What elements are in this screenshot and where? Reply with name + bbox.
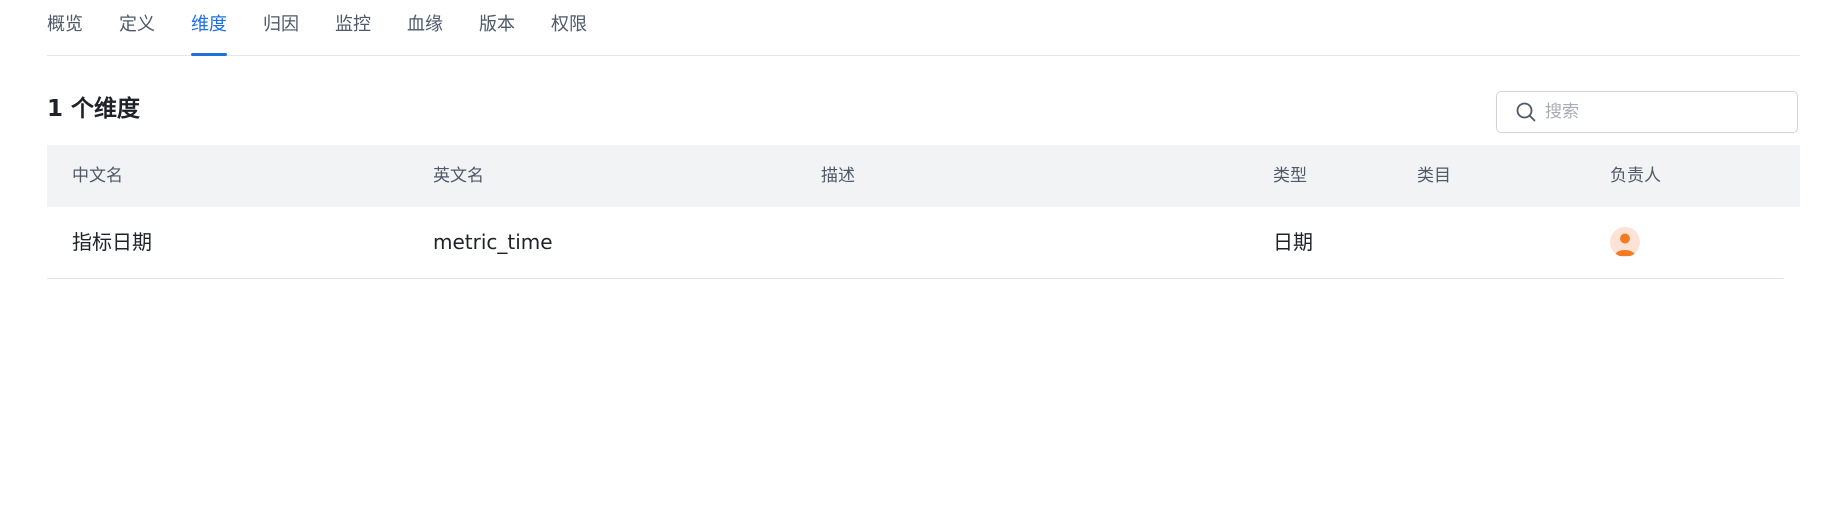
tab-attribution[interactable]: 归因 [263, 0, 299, 55]
tab-permissions[interactable]: 权限 [551, 0, 587, 55]
tab-monitoring[interactable]: 监控 [335, 0, 371, 55]
column-header-category: 类目 [1417, 166, 1451, 186]
tab-dimensions[interactable]: 维度 [191, 0, 227, 56]
section-title: 1 个维度 [47, 96, 141, 122]
column-header-owner: 负责人 [1610, 166, 1661, 186]
tab-lineage[interactable]: 血缘 [407, 0, 443, 55]
search-icon [1515, 101, 1537, 123]
table-row[interactable]: 指标日期 metric_time 日期 [47, 207, 1784, 279]
search-box[interactable] [1496, 91, 1798, 133]
tab-bar: 概览 定义 维度 归因 监控 血缘 版本 权限 [47, 0, 1800, 56]
cell-type: 日期 [1273, 230, 1313, 254]
cell-english-name: metric_time [433, 230, 553, 254]
owner-avatar-icon[interactable] [1610, 227, 1640, 257]
column-header-chinese-name: 中文名 [72, 166, 123, 186]
column-header-description: 描述 [821, 166, 855, 186]
search-input[interactable] [1545, 102, 1785, 122]
column-header-english-name: 英文名 [433, 166, 484, 186]
dimensions-table: 中文名 英文名 描述 类型 类目 负责人 指标日期 metric_time 日期 [47, 145, 1800, 279]
table-header: 中文名 英文名 描述 类型 类目 负责人 [47, 145, 1800, 207]
column-header-type: 类型 [1273, 166, 1307, 186]
tab-overview[interactable]: 概览 [47, 0, 83, 55]
cell-chinese-name: 指标日期 [72, 230, 152, 254]
tab-definition[interactable]: 定义 [119, 0, 155, 55]
tab-versions[interactable]: 版本 [479, 0, 515, 55]
